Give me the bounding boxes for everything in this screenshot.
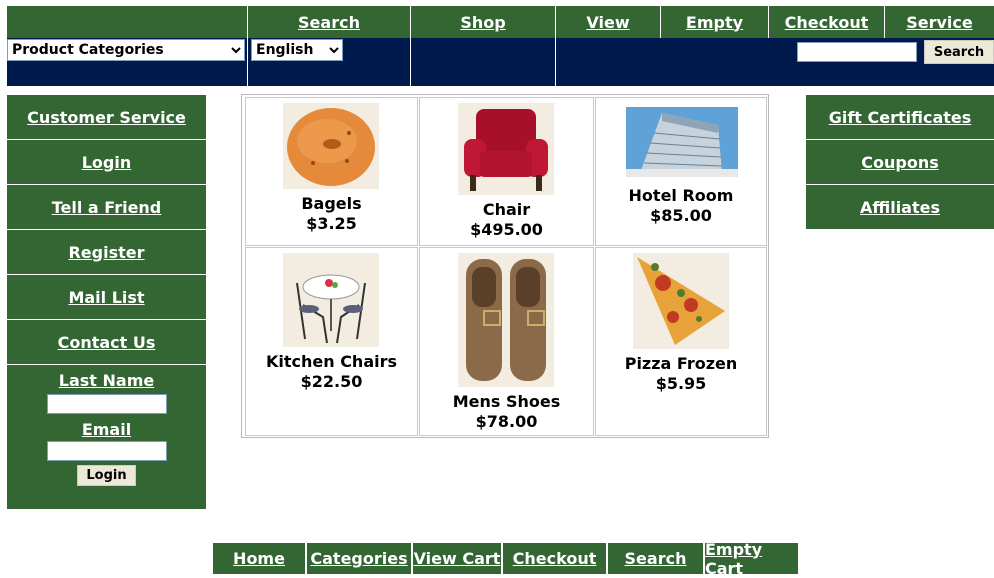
toolbar-search-cell: Search <box>555 38 994 86</box>
left-sidebar: Customer Service Login Tell a Friend Reg… <box>7 95 206 509</box>
coupons-link[interactable]: Coupons <box>861 153 938 172</box>
tell-a-friend-link[interactable]: Tell a Friend <box>52 198 162 217</box>
kitchen-chairs-graphic <box>296 274 366 344</box>
bottom-nav-view-cart-cell: View Cart <box>413 543 501 574</box>
kitchen-table-chairs-image[interactable] <box>283 253 379 347</box>
login-link[interactable]: Login <box>82 153 132 172</box>
toolbar-empty-cell <box>410 38 555 86</box>
top-nav-service-link[interactable]: Service <box>906 13 973 32</box>
email-label[interactable]: Email <box>7 420 206 439</box>
armchair-graphic <box>464 109 548 191</box>
top-nav-shop-cell: Shop <box>410 6 555 38</box>
category-select[interactable]: Product Categories <box>7 39 245 61</box>
sidebar-item-customer-service: Customer Service <box>7 95 206 139</box>
contact-us-link[interactable]: Contact Us <box>58 333 156 352</box>
brown-shoes-image[interactable] <box>458 253 554 387</box>
search-input[interactable] <box>797 42 917 62</box>
hotel-graphic <box>626 107 738 177</box>
register-link[interactable]: Register <box>68 243 144 262</box>
login-form: Last Name Email Login <box>7 365 206 509</box>
right-sidebar: Gift Certificates Coupons Affiliates <box>806 95 994 230</box>
sidebar-item-coupons: Coupons <box>806 140 994 184</box>
product-price: $22.50 <box>300 372 363 391</box>
toolbar-language-cell: English <box>247 38 410 86</box>
top-nav-search-cell: Search <box>247 6 410 38</box>
toolbar-category-cell: Product Categories <box>7 38 247 86</box>
last-name-label[interactable]: Last Name <box>7 365 206 390</box>
sidebar-item-gift-certificates: Gift Certificates <box>806 95 994 139</box>
bottom-nav-view-cart-link[interactable]: View Cart <box>414 549 501 568</box>
product-price: $85.00 <box>650 206 712 225</box>
toolbar: Product Categories English Search <box>7 38 994 86</box>
bagel-graphic <box>287 108 375 186</box>
product-card-kitchen-chairs[interactable]: Kitchen Chairs $22.50 <box>245 247 418 436</box>
bottom-nav-categories-cell: Categories <box>307 543 411 574</box>
bottom-nav-empty-cart-link[interactable]: Empty Cart <box>705 540 798 578</box>
product-price: $495.00 <box>470 220 543 239</box>
sidebar-item-login: Login <box>7 140 206 184</box>
top-nav-checkout-cell: Checkout <box>768 6 884 38</box>
sidebar-item-register: Register <box>7 230 206 274</box>
top-nav-view-cell: View <box>555 6 660 38</box>
gift-certificates-link[interactable]: Gift Certificates <box>829 108 972 127</box>
product-card-pizza-frozen[interactable]: Pizza Frozen $5.95 <box>595 247 767 436</box>
product-card-chair[interactable]: Chair $495.00 <box>419 97 594 246</box>
product-grid: Bagels $3.25 Chair $495.00 Hotel Room $8… <box>241 94 769 438</box>
product-price: $78.00 <box>475 412 538 431</box>
top-nav-spacer <box>7 6 247 38</box>
bottom-nav-search-link[interactable]: Search <box>625 549 687 568</box>
affiliates-link[interactable]: Affiliates <box>860 198 940 217</box>
language-select[interactable]: English <box>251 39 343 61</box>
top-nav-shop-link[interactable]: Shop <box>460 13 505 32</box>
shoes-graphic <box>466 259 546 381</box>
product-card-hotel-room[interactable]: Hotel Room $85.00 <box>595 97 767 246</box>
top-nav-checkout-link[interactable]: Checkout <box>785 13 869 32</box>
red-armchair-image[interactable] <box>458 103 554 195</box>
product-card-bagels[interactable]: Bagels $3.25 <box>245 97 418 246</box>
product-price: $5.95 <box>655 374 707 393</box>
search-button[interactable]: Search <box>924 40 994 64</box>
customer-service-link[interactable]: Customer Service <box>27 108 186 127</box>
top-nav-service-cell: Service <box>884 6 994 38</box>
top-nav-search-link[interactable]: Search <box>298 13 360 32</box>
top-nav-empty-cell: Empty <box>660 6 768 38</box>
top-nav-empty-link[interactable]: Empty <box>686 13 743 32</box>
product-price: $3.25 <box>306 214 357 233</box>
bottom-nav-checkout-cell: Checkout <box>503 543 606 574</box>
sidebar-item-tell-a-friend: Tell a Friend <box>7 185 206 229</box>
product-card-mens-shoes[interactable]: Mens Shoes $78.00 <box>419 247 594 436</box>
sidebar-item-mail-list: Mail List <box>7 275 206 319</box>
top-nav-view-link[interactable]: View <box>586 13 629 32</box>
mail-list-link[interactable]: Mail List <box>68 288 144 307</box>
login-button[interactable]: Login <box>77 465 136 486</box>
sidebar-item-affiliates: Affiliates <box>806 185 994 229</box>
bottom-nav-search-cell: Search <box>608 543 703 574</box>
bottom-nav-home-cell: Home <box>213 543 305 574</box>
bottom-nav-empty-cart-cell: Empty Cart <box>705 540 798 578</box>
product-name[interactable]: Pizza Frozen <box>596 354 766 374</box>
bagel-image[interactable] <box>283 103 379 189</box>
bottom-nav-categories-link[interactable]: Categories <box>310 549 407 568</box>
email-input[interactable] <box>46 441 167 461</box>
sidebar-item-contact-us: Contact Us <box>7 320 206 364</box>
product-name[interactable]: Hotel Room <box>596 186 766 206</box>
pizza-graphic <box>637 257 725 345</box>
top-navigation: Search Shop View Empty Checkout Service <box>7 6 994 38</box>
bottom-nav-home-link[interactable]: Home <box>233 549 285 568</box>
pizza-slice-image[interactable] <box>633 253 729 349</box>
bottom-nav-checkout-link[interactable]: Checkout <box>513 549 597 568</box>
product-name[interactable]: Mens Shoes <box>420 392 593 412</box>
product-name[interactable]: Kitchen Chairs <box>246 352 417 372</box>
last-name-input[interactable] <box>46 394 167 414</box>
product-name[interactable]: Chair <box>420 200 593 220</box>
hotel-building-image[interactable] <box>622 103 742 183</box>
product-name[interactable]: Bagels <box>246 194 417 214</box>
